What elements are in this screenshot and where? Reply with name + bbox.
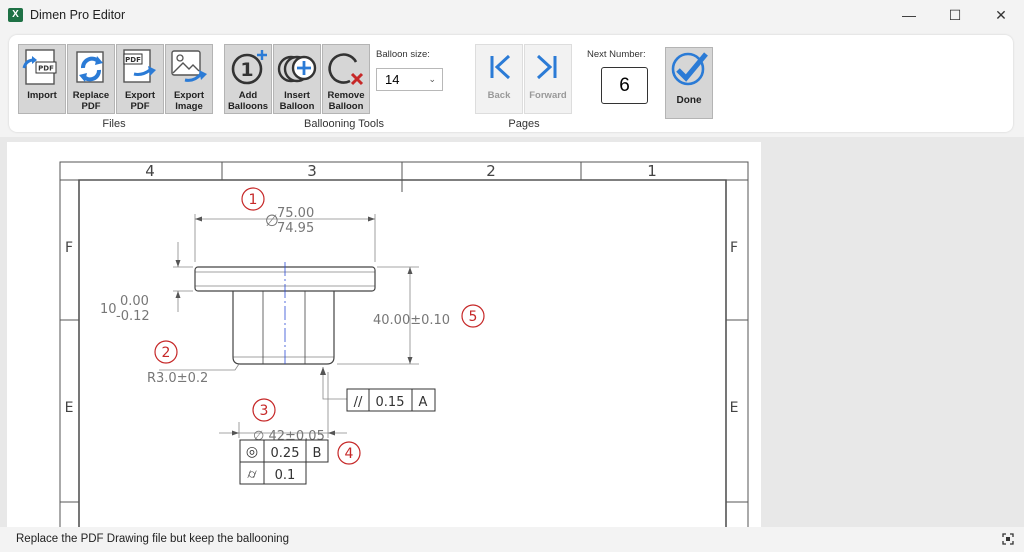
flange-thickness-base: 10 bbox=[100, 302, 117, 317]
import-label: Import bbox=[27, 90, 57, 101]
balloon-number: 3 bbox=[260, 403, 269, 419]
ribbon-toolbar: PDF Import Replace PDF PDF Export PDF Ex… bbox=[9, 35, 1013, 132]
insert-balloon-label: Insert Balloon bbox=[279, 90, 315, 112]
drawing-viewport[interactable]: 4 3 2 1 F F E E ∅ 75.00 74.95 10 0.00 -0… bbox=[0, 137, 1024, 527]
maximize-button[interactable]: ☐ bbox=[932, 0, 978, 30]
concentricity-datum: B bbox=[313, 446, 322, 461]
export-pdf-icon: PDF bbox=[123, 49, 156, 83]
excel-app-icon: X bbox=[8, 8, 23, 22]
forward-icon bbox=[536, 54, 557, 80]
cylindricity-tolerance: 0.1 bbox=[275, 468, 296, 483]
remove-balloon-button[interactable]: Remove Balloon bbox=[322, 44, 370, 114]
export-image-button[interactable]: Export Image bbox=[165, 44, 213, 114]
cylindricity-symbol: ⌭ bbox=[247, 467, 257, 482]
part-outline bbox=[194, 262, 376, 367]
done-button[interactable]: Done bbox=[665, 47, 713, 119]
diameter-75-upper: 75.00 bbox=[277, 206, 314, 221]
checkmark-icon bbox=[671, 52, 708, 86]
forward-label: Forward bbox=[529, 90, 567, 101]
diameter-75-lower: 74.95 bbox=[277, 221, 314, 236]
files-group-label: Files bbox=[102, 118, 126, 130]
add-balloon-icon: 1 bbox=[231, 50, 267, 85]
back-button[interactable]: Back bbox=[475, 44, 523, 114]
window-title: Dimen Pro Editor bbox=[30, 8, 126, 22]
done-label: Done bbox=[676, 95, 702, 106]
balloon-size-label: Balloon size: bbox=[376, 49, 430, 60]
ballooning-tools-group-label: Ballooning Tools bbox=[304, 118, 384, 130]
minimize-button[interactable]: — bbox=[886, 0, 932, 30]
row-marker: F bbox=[65, 240, 73, 256]
balloon-size-select[interactable]: 14 ⌄ bbox=[376, 68, 443, 91]
status-text: Replace the PDF Drawing file but keep th… bbox=[16, 533, 289, 545]
add-balloons-label: Add Balloons bbox=[227, 90, 269, 112]
close-button[interactable]: ✕ bbox=[978, 0, 1024, 30]
column-marker: 2 bbox=[486, 162, 496, 180]
export-image-label: Export Image bbox=[173, 90, 205, 112]
radius-dimension: R3.0±0.2 bbox=[147, 371, 208, 386]
next-number-label: Next Number: bbox=[587, 49, 646, 60]
balloon-3[interactable]: 3 bbox=[252, 398, 276, 422]
balloon-number: 4 bbox=[345, 446, 354, 462]
concentricity-tolerance: 0.25 bbox=[271, 446, 300, 461]
export-pdf-button[interactable]: PDF Export PDF bbox=[116, 44, 164, 114]
flange-thickness-upper: 0.00 bbox=[120, 294, 149, 309]
concentricity-symbol: ◎ bbox=[246, 444, 258, 460]
balloon-1[interactable]: 1 bbox=[241, 187, 265, 211]
balloon-number: 5 bbox=[469, 309, 478, 325]
title-bar: X Dimen Pro Editor — ☐ ✕ bbox=[0, 0, 1024, 30]
remove-balloon-label: Remove Balloon bbox=[327, 90, 365, 112]
export-image-icon bbox=[171, 50, 207, 82]
insert-balloon-icon bbox=[277, 55, 317, 83]
svg-text:1: 1 bbox=[240, 59, 253, 81]
add-balloons-button[interactable]: 1 Add Balloons bbox=[224, 44, 272, 114]
fullscreen-icon[interactable] bbox=[1002, 533, 1014, 545]
parallelism-datum: A bbox=[419, 395, 428, 410]
replace-pdf-icon bbox=[76, 51, 104, 83]
pages-group-label: Pages bbox=[508, 118, 540, 130]
balloon-number: 1 bbox=[249, 192, 258, 208]
export-pdf-label: Export PDF bbox=[124, 90, 156, 112]
replace-pdf-button[interactable]: Replace PDF bbox=[67, 44, 115, 114]
back-label: Back bbox=[487, 90, 511, 101]
status-bar: Replace the PDF Drawing file but keep th… bbox=[0, 527, 1024, 552]
svg-text:PDF: PDF bbox=[38, 65, 54, 73]
column-marker: 4 bbox=[145, 162, 155, 180]
remove-balloon-icon bbox=[328, 53, 364, 86]
column-marker: 3 bbox=[307, 162, 317, 180]
balloon-4[interactable]: 4 bbox=[337, 441, 361, 465]
drawing-sheet: 4 3 2 1 F F E E ∅ 75.00 74.95 10 0.00 -0… bbox=[7, 142, 761, 527]
chevron-down-icon: ⌄ bbox=[428, 74, 436, 84]
balloon-5[interactable]: 5 bbox=[461, 304, 485, 328]
insert-balloon-button[interactable]: Insert Balloon bbox=[273, 44, 321, 114]
flange-thickness-lower: -0.12 bbox=[116, 309, 150, 324]
back-icon bbox=[490, 54, 511, 80]
replace-pdf-label: Replace PDF bbox=[72, 90, 110, 112]
height-dimension: 40.00±0.10 bbox=[373, 313, 450, 328]
next-number-field[interactable]: 6 bbox=[601, 67, 648, 104]
column-marker: 1 bbox=[647, 162, 657, 180]
import-button[interactable]: PDF Import bbox=[18, 44, 66, 114]
forward-button[interactable]: Forward bbox=[524, 44, 572, 114]
balloon-size-value: 14 bbox=[385, 72, 400, 87]
import-pdf-icon: PDF bbox=[22, 49, 57, 85]
balloon-2[interactable]: 2 bbox=[154, 340, 178, 364]
row-marker: E bbox=[730, 400, 739, 416]
svg-text:PDF: PDF bbox=[125, 56, 141, 64]
row-marker: F bbox=[730, 240, 738, 256]
balloon-number: 2 bbox=[162, 345, 171, 361]
parallelism-symbol: // bbox=[354, 395, 363, 410]
parallelism-tolerance: 0.15 bbox=[376, 395, 405, 410]
row-marker: E bbox=[65, 400, 74, 416]
